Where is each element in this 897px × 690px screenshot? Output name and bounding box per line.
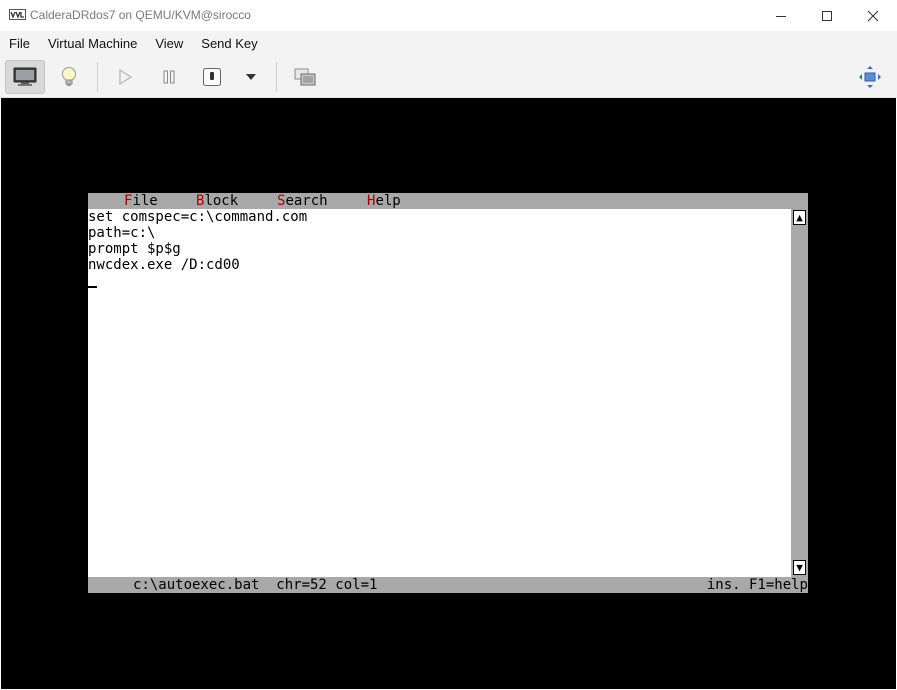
status-mode-help: ins. F1=help xyxy=(706,577,808,593)
maximize-icon xyxy=(822,10,832,21)
power-icon xyxy=(203,68,221,86)
dos-status-bar: c:\autoexec.bat chr=52 col=1 ins. F1=hel… xyxy=(88,577,808,593)
console-icon xyxy=(13,67,37,86)
scroll-down-arrow-icon[interactable]: ▼ xyxy=(793,560,806,575)
power-button[interactable] xyxy=(192,60,232,94)
dos-menu-block[interactable]: Block xyxy=(196,193,238,209)
virt-manager-icon xyxy=(9,9,26,20)
snapshots-button[interactable] xyxy=(285,60,325,94)
title-bar: CalderaDRdos7 on QEMU/KVM@sirocco xyxy=(0,0,897,31)
text-line: path=c:\ xyxy=(88,225,156,241)
dos-menu-bar: File Block Search Help xyxy=(88,193,808,209)
toolbar-separator xyxy=(276,62,277,92)
text-line: nwcdex.exe /D:cd00 xyxy=(88,257,240,273)
fullscreen-button[interactable] xyxy=(850,60,890,94)
menu-virtual-machine[interactable]: Virtual Machine xyxy=(39,31,146,56)
menu-file[interactable]: File xyxy=(0,31,39,56)
details-bulb-icon xyxy=(62,67,76,86)
dos-menu-help[interactable]: Help xyxy=(367,193,401,209)
vm-display[interactable]: File Block Search Help set comspec=c:\co… xyxy=(1,98,896,689)
details-button[interactable] xyxy=(49,60,89,94)
text-cursor xyxy=(88,286,97,288)
dos-editor-window: File Block Search Help set comspec=c:\co… xyxy=(88,193,808,593)
status-file-info: c:\autoexec.bat chr=52 col=1 xyxy=(133,577,378,593)
run-button[interactable] xyxy=(105,60,145,94)
pause-button[interactable] xyxy=(149,60,189,94)
menu-send-key[interactable]: Send Key xyxy=(192,31,266,56)
console-button[interactable] xyxy=(5,60,45,94)
snapshots-icon xyxy=(294,68,316,86)
dos-menu-file[interactable]: File xyxy=(124,193,158,209)
window-title: CalderaDRdos7 on QEMU/KVM@sirocco xyxy=(30,8,251,22)
fullscreen-resize-icon xyxy=(859,66,881,88)
dropdown-arrow-icon xyxy=(246,74,256,80)
pause-icon xyxy=(163,70,175,84)
dos-text-area[interactable]: set comspec=c:\command.com path=c:\ prom… xyxy=(88,209,791,577)
close-button[interactable] xyxy=(850,0,896,31)
minimize-icon xyxy=(776,15,786,17)
dos-scrollbar[interactable]: ▲ ▼ xyxy=(791,209,808,577)
toolbar-separator xyxy=(97,62,98,92)
maximize-button[interactable] xyxy=(804,0,850,31)
scroll-up-arrow-icon[interactable]: ▲ xyxy=(793,210,806,225)
toolbar xyxy=(0,56,897,98)
minimize-button[interactable] xyxy=(758,0,804,31)
menu-bar: File Virtual Machine View Send Key xyxy=(0,31,897,56)
run-icon xyxy=(119,68,133,86)
text-line: prompt $p$g xyxy=(88,241,181,257)
close-icon xyxy=(867,10,879,21)
dos-menu-search[interactable]: Search xyxy=(277,193,328,209)
text-line: set comspec=c:\command.com xyxy=(88,209,308,225)
power-dropdown-button[interactable] xyxy=(231,60,271,94)
menu-view[interactable]: View xyxy=(146,31,192,56)
